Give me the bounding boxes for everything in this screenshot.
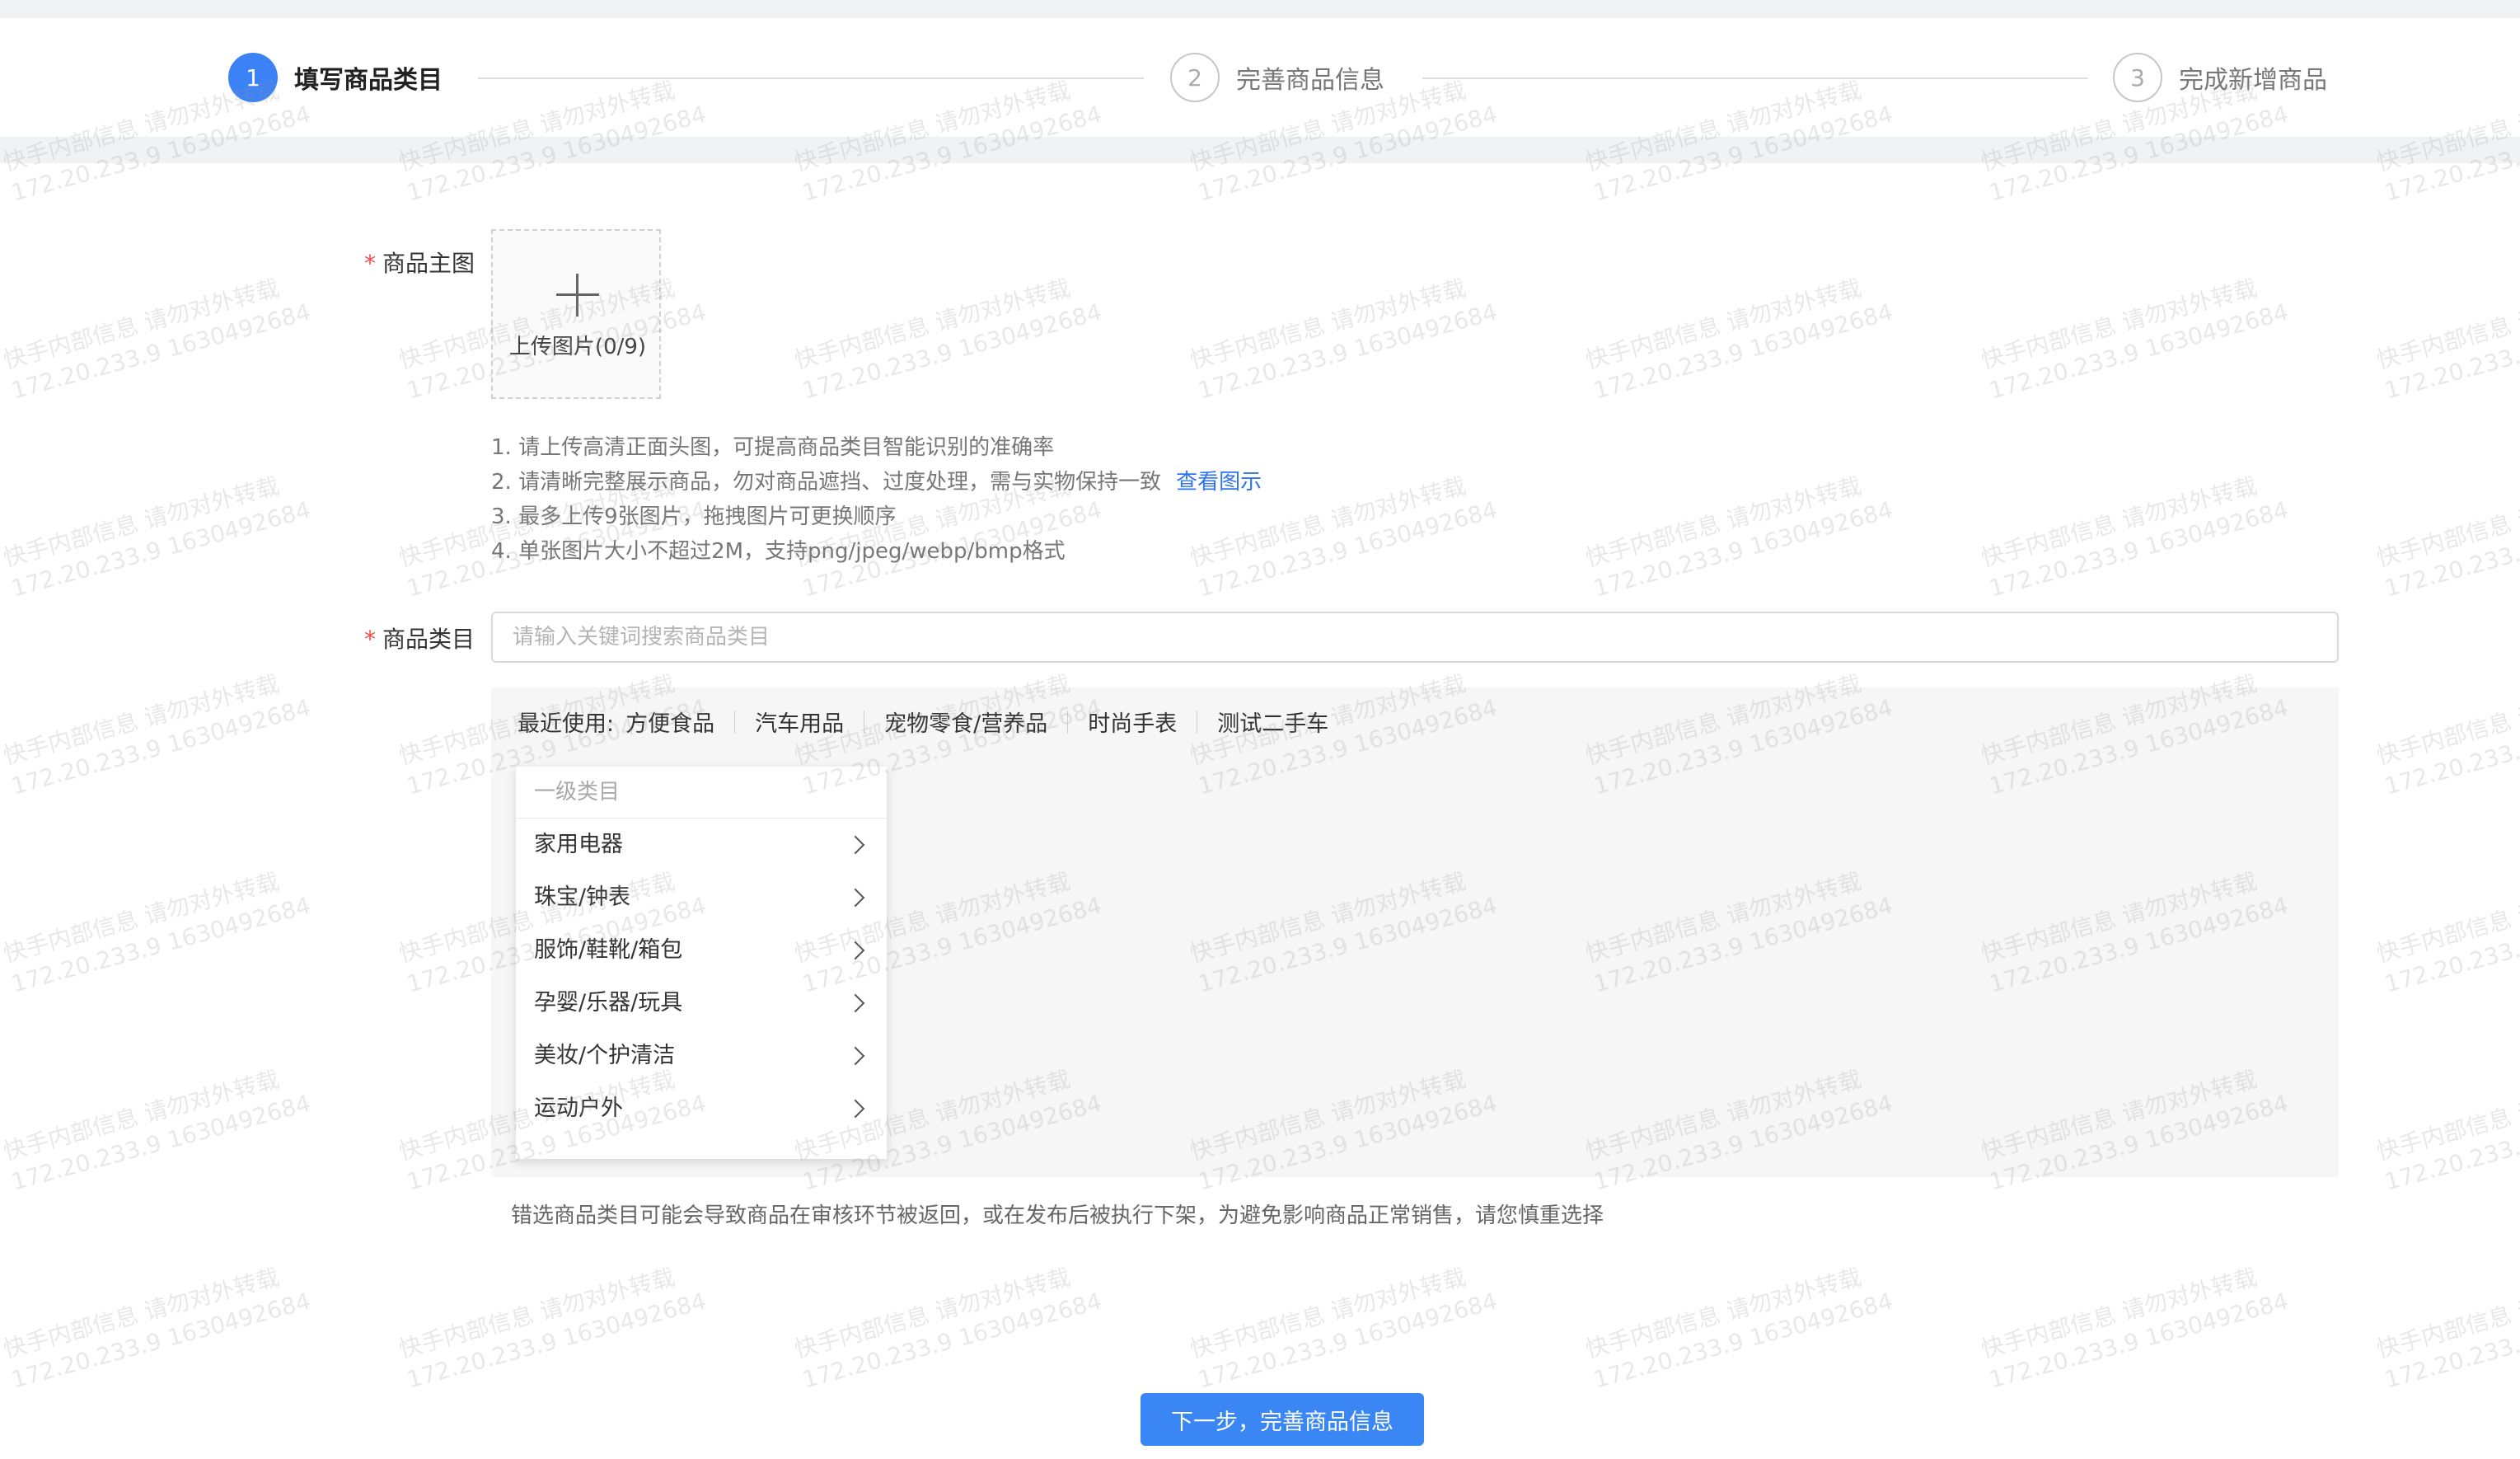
category-item[interactable]: 孕婴/乐器/玩具 [516,977,887,1030]
divider [1067,710,1069,734]
watermark-text: 快手内部信息 请勿对外转载172.20.233.9 1630492684 [791,1263,1105,1394]
chevron-right-icon [845,835,865,855]
watermark-text: 快手内部信息 请勿对外转载172.20.233.9 1630492684 [2373,1263,2520,1394]
level1-category-list: 一级类目 家用电器 珠宝/钟表 服饰/鞋靴/箱包 孕婴/乐器/玩具 美妆/个护清… [516,767,887,1159]
watermark-text: 快手内部信息 请勿对外转载172.20.233.9 1630492684 [396,1263,710,1394]
chevron-right-icon [845,941,865,960]
step-3: 3 完成新增商品 [2113,51,2327,104]
step-3-label: 完成新增商品 [2179,66,2327,95]
chevron-right-icon [845,1099,865,1119]
category-item-label: 运动户外 [534,1095,623,1121]
chevron-right-icon [845,993,865,1013]
step-2: 2 完善商品信息 [1170,51,1384,104]
category-item-label: 服饰/鞋靴/箱包 [534,937,683,963]
watermark-text: 快手内部信息 请勿对外转载172.20.233.9 1630492684 [0,867,314,998]
next-step-button[interactable]: 下一步，完善商品信息 [1141,1393,1424,1446]
tip-4: 4. 单张图片大小不超过2M，支持png/jpeg/webp/bmp格式 [491,539,1066,564]
category-label: * 商品类目 [364,622,475,654]
watermark-text: 快手内部信息 请勿对外转载172.20.233.9 1630492684 [1582,1263,1896,1394]
main-image-label-text: 商品主图 [382,250,475,277]
watermark-text: 快手内部信息 请勿对外转载172.20.233.9 1630492684 [0,1065,314,1196]
watermark-text: 快手内部信息 请勿对外转载172.20.233.9 1630492684 [1978,1263,2292,1394]
category-label-text: 商品类目 [382,626,475,653]
watermark-text: 快手内部信息 请勿对外转载172.20.233.9 1630492684 [1582,274,1896,405]
view-example-link[interactable]: 查看图示 [1176,470,1262,495]
watermark-text: 快手内部信息 请勿对外转载172.20.233.9 1630492684 [2373,1065,2520,1196]
watermark-text: 快手内部信息 请勿对外转载172.20.233.9 1630492684 [1187,274,1501,405]
watermark-text: 快手内部信息 请勿对外转载172.20.233.9 1630492684 [1187,1263,1501,1394]
recent-label: 最近使用: [518,711,615,737]
category-warning: 错选商品类目可能会导致商品在审核环节被返回，或在发布后被执行下架，为避免影响商品… [511,1203,1604,1228]
chevron-right-icon [845,888,865,908]
category-item-label: 珠宝/钟表 [534,884,631,910]
tip-2: 2. 请清晰完整展示商品，勿对商品遮挡、过度处理，需与实物保持一致 [491,470,1162,495]
required-mark: * [364,626,376,653]
step-1-number: 1 [228,53,278,102]
upload-tips: 1. 请上传高清正面头图，可提高商品类目智能识别的准确率 2. 请清晰完整展示商… [491,430,1262,569]
category-item[interactable]: 美妆/个护清洁 [516,1030,887,1082]
tip-3: 3. 最多上传9张图片，拖拽图片可更换顺序 [491,504,897,529]
watermark-text: 快手内部信息 请勿对外转载172.20.233.9 1630492684 [791,274,1105,405]
tip-1: 1. 请上传高清正面头图，可提高商品类目智能识别的准确率 [491,435,1055,460]
recent-item[interactable]: 时尚手表 [1088,706,1177,738]
required-mark: * [364,250,376,277]
step-2-number: 2 [1170,53,1220,102]
watermark-text: 快手内部信息 请勿对外转载172.20.233.9 1630492684 [1582,471,1896,603]
watermark-text: 快手内部信息 请勿对外转载172.20.233.9 1630492684 [2373,471,2520,603]
main-image-label: * 商品主图 [364,246,475,279]
chevron-right-icon [845,1046,865,1066]
recent-item[interactable]: 方便食品 [625,706,714,738]
step-1: 1 填写商品类目 [228,51,443,104]
recent-item[interactable]: 测试二手车 [1217,706,1328,738]
upload-image-label: 上传图片(0/9) [508,335,647,359]
plus-icon [556,274,599,317]
tip-2-row: 2. 请清晰完整展示商品，勿对商品遮挡、过度处理，需与实物保持一致 查看图示 [491,465,1262,500]
watermark-text: 快手内部信息 请勿对外转载172.20.233.9 1630492684 [0,1263,314,1394]
step-3-number: 3 [2113,53,2162,102]
category-item[interactable]: 服饰/鞋靴/箱包 [516,924,887,977]
watermark-text: 快手内部信息 请勿对外转载172.20.233.9 1630492684 [0,274,314,405]
step-1-label: 填写商品类目 [294,66,443,95]
watermark-text: 快手内部信息 请勿对外转载172.20.233.9 1630492684 [2373,274,2520,405]
category-panel: 最近使用: 方便食品 汽车用品 宠物零食/营养品 时尚手表 测试二手车 一级类目… [491,687,2339,1177]
category-item-label: 孕婴/乐器/玩具 [534,990,683,1016]
category-item[interactable]: 家用电器 [516,819,887,871]
step-connector-1 [478,77,1144,79]
watermark-text: 快手内部信息 请勿对外转载172.20.233.9 1630492684 [1978,471,2292,603]
watermark-text: 快手内部信息 请勿对外转载172.20.233.9 1630492684 [0,471,314,603]
watermark-text: 快手内部信息 请勿对外转载172.20.233.9 1630492684 [1978,274,2292,405]
recent-categories: 最近使用: 方便食品 汽车用品 宠物零食/营养品 时尚手表 测试二手车 [518,706,1328,738]
recent-item[interactable]: 宠物零食/营养品 [884,706,1047,738]
divider [734,710,736,734]
category-item-label: 家用电器 [534,832,623,857]
step-connector-2 [1422,77,2088,79]
watermark-text: 快手内部信息 请勿对外转载172.20.233.9 1630492684 [0,669,314,800]
category-item[interactable]: 运动户外 [516,1082,887,1135]
step-2-label: 完善商品信息 [1236,66,1384,95]
upload-image-button[interactable]: 上传图片(0/9) [491,229,661,399]
recent-item[interactable]: 汽车用品 [755,706,844,738]
top-strip [0,0,2520,18]
level1-header: 一级类目 [516,767,887,819]
watermark-text: 快手内部信息 请勿对外转载172.20.233.9 1630492684 [2373,669,2520,800]
section-divider [0,137,2520,163]
category-item-label: 美妆/个护清洁 [534,1043,676,1068]
category-search-input[interactable] [491,612,2339,663]
watermark-text: 快手内部信息 请勿对外转载172.20.233.9 1630492684 [2373,867,2520,998]
category-item[interactable]: 珠宝/钟表 [516,871,887,924]
